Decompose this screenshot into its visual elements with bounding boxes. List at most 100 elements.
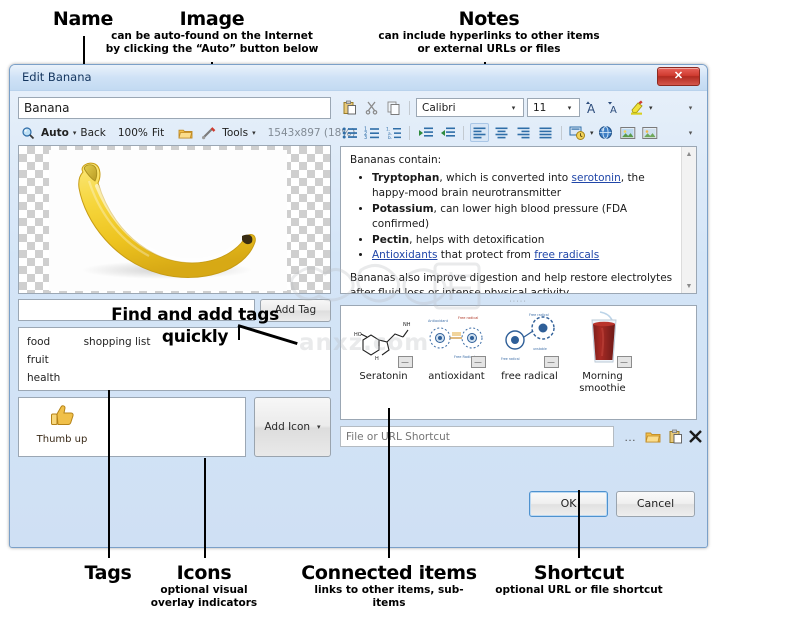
svg-text:HO: HO [354, 332, 362, 338]
bullet-3-term: Pectin [372, 233, 410, 246]
toolbar-overflow-row2-icon[interactable]: ▾ [684, 123, 697, 142]
copy-icon[interactable] [384, 98, 403, 117]
cancel-button[interactable]: Cancel [616, 491, 695, 517]
add-icon-label: Add Icon [264, 421, 311, 433]
toolbar-overflow-row1-icon[interactable]: ▾ [684, 98, 697, 117]
font-family-value: Calibri [422, 101, 456, 114]
connected-items-pane[interactable]: HO NH H — Seratonin Antioxidant Free rad… [340, 305, 697, 420]
auto-search-icon[interactable] [18, 124, 37, 143]
tag-row: fruit [27, 351, 322, 369]
svg-text:A: A [610, 105, 617, 115]
shortcut-clear-close-icon[interactable] [685, 427, 705, 446]
scroll-up-icon[interactable]: ▲ [682, 147, 696, 161]
bullet-list-icon[interactable] [340, 123, 359, 142]
zoom-100-button[interactable]: 100% [118, 127, 148, 139]
icon-item-thumb-up[interactable]: Thumb up [29, 403, 95, 445]
icons-row: Thumb up Add Icon ▾ [18, 397, 331, 457]
antioxidant-diagram-icon: Antioxidant Free radical Free Radical — [426, 310, 488, 368]
insert-link-chevron-down-icon[interactable]: ▾ [590, 129, 594, 137]
notes-bullet-list: Tryptophan, which is converted into sero… [350, 171, 674, 264]
insert-picture-icon[interactable] [619, 123, 638, 142]
shortcut-paste-icon[interactable] [665, 427, 685, 446]
align-center-icon[interactable] [492, 123, 511, 142]
shrink-font-icon[interactable]: A [605, 98, 624, 117]
align-right-icon[interactable] [514, 123, 533, 142]
notes-editor[interactable]: Bananas contain: Tryptophan, which is co… [340, 146, 697, 294]
tools-chevron-down-icon[interactable]: ▾ [252, 129, 256, 137]
connected-item-free-radical[interactable]: Free radical Free radical unstable — fre… [493, 310, 566, 383]
back-button[interactable]: Back [80, 127, 106, 139]
bullet-1-text: , which is converted into [439, 171, 572, 184]
highlight-color-icon[interactable] [627, 98, 646, 117]
open-folder-icon[interactable] [176, 124, 195, 143]
bullet-4-mid: that protect from [437, 249, 535, 261]
font-family-select[interactable]: Calibri ▾ [416, 98, 524, 117]
tag-item-health[interactable]: health [27, 372, 60, 384]
insert-link-item-icon[interactable] [568, 123, 587, 142]
insert-picture-from-file-icon[interactable] [641, 123, 660, 142]
tag-item-food[interactable]: food [27, 336, 50, 348]
highlight-chevron-down-icon[interactable]: ▾ [649, 104, 653, 112]
svg-text:b.: b. [388, 135, 392, 140]
increase-indent-icon[interactable] [416, 123, 435, 142]
font-size-select[interactable]: 11 ▾ [527, 98, 580, 117]
link-antioxidants[interactable]: Antioxidants [372, 249, 437, 261]
font-size-chevron-down-icon[interactable]: ▾ [562, 99, 577, 116]
splitter-grip[interactable]: ‧‧‧‧‧ [490, 297, 546, 306]
notes-scrollbar[interactable]: ▲ ▼ [681, 147, 696, 293]
auto-button[interactable]: Auto [41, 127, 69, 139]
svg-text:unstable: unstable [533, 347, 547, 351]
paste-icon[interactable] [340, 98, 359, 117]
link-serotonin[interactable]: serotonin [572, 172, 621, 184]
annotation-icons: Icons optional visual overlay indicators [148, 562, 260, 610]
scroll-down-icon[interactable]: ▼ [682, 279, 696, 293]
connected-item-morning-smoothie[interactable]: — Morning smoothie [566, 310, 639, 395]
annotation-connected-sub1: links to other items, sub-items [314, 584, 464, 609]
ok-button[interactable]: OK [529, 491, 608, 517]
annotation-notes-sub2: or external URLs or files [417, 43, 561, 55]
cut-icon[interactable] [362, 98, 381, 117]
align-left-icon[interactable] [470, 123, 489, 142]
add-icon-chevron-down-icon[interactable]: ▾ [317, 423, 321, 431]
numbered-list-icon[interactable]: 1 2 3 [362, 123, 381, 142]
tag-item-fruit[interactable]: fruit [27, 354, 49, 366]
shortcut-browse-more-button[interactable]: … [620, 427, 640, 446]
shortcut-input[interactable] [340, 426, 614, 447]
tools-button[interactable]: Tools [222, 127, 248, 139]
leader-shortcut [578, 490, 580, 558]
connected-item-antioxidant[interactable]: Antioxidant Free radical Free Radical — … [420, 310, 493, 383]
tools-wrench-icon[interactable] [199, 124, 218, 143]
toolbar-divider [409, 125, 410, 140]
annotation-find-tags-head: Find and add tags quickly [111, 305, 279, 347]
connected-item-seratonin[interactable]: HO NH H — Seratonin [347, 310, 420, 383]
notes-content[interactable]: Bananas contain: Tryptophan, which is co… [341, 147, 681, 293]
icons-list-pane[interactable]: Thumb up [18, 397, 246, 457]
name-input[interactable] [18, 97, 331, 119]
toolbar-divider [409, 100, 410, 115]
annotation-icons-sub1: optional visual [160, 584, 248, 596]
add-icon-button[interactable]: Add Icon ▾ [254, 397, 331, 457]
annotation-shortcut-head: Shortcut [533, 562, 625, 584]
font-family-chevron-down-icon[interactable]: ▾ [506, 99, 521, 116]
close-icon[interactable]: ✕ [657, 67, 700, 86]
smoothie-glass-icon: — [572, 310, 634, 368]
image-preview-pane[interactable] [18, 145, 331, 294]
svg-text:H: H [375, 356, 379, 362]
banana-image [49, 150, 287, 291]
annotation-image-head: Image [179, 8, 245, 30]
shortcut-open-folder-icon[interactable] [643, 427, 663, 446]
annotation-tags-head: Tags [84, 562, 132, 584]
link-free-radicals[interactable]: free radicals [534, 249, 599, 261]
justify-icon[interactable] [536, 123, 555, 142]
insert-hyperlink-globe-icon[interactable] [597, 123, 616, 142]
link-badge-icon: — [470, 356, 486, 368]
grow-font-icon[interactable]: A [583, 98, 602, 117]
shortcut-row: … [340, 426, 702, 448]
auto-chevron-down-icon[interactable]: ▾ [73, 129, 77, 137]
multilevel-list-icon[interactable]: 1. a. b. [384, 123, 403, 142]
notes-bullet-2: Potassium, can lower high blood pressure… [372, 202, 674, 233]
decrease-indent-icon[interactable] [438, 123, 457, 142]
svg-text:Antioxidant: Antioxidant [428, 319, 449, 323]
zoom-fit-button[interactable]: Fit [152, 127, 164, 139]
dialog-buttons: OK Cancel [16, 491, 703, 521]
